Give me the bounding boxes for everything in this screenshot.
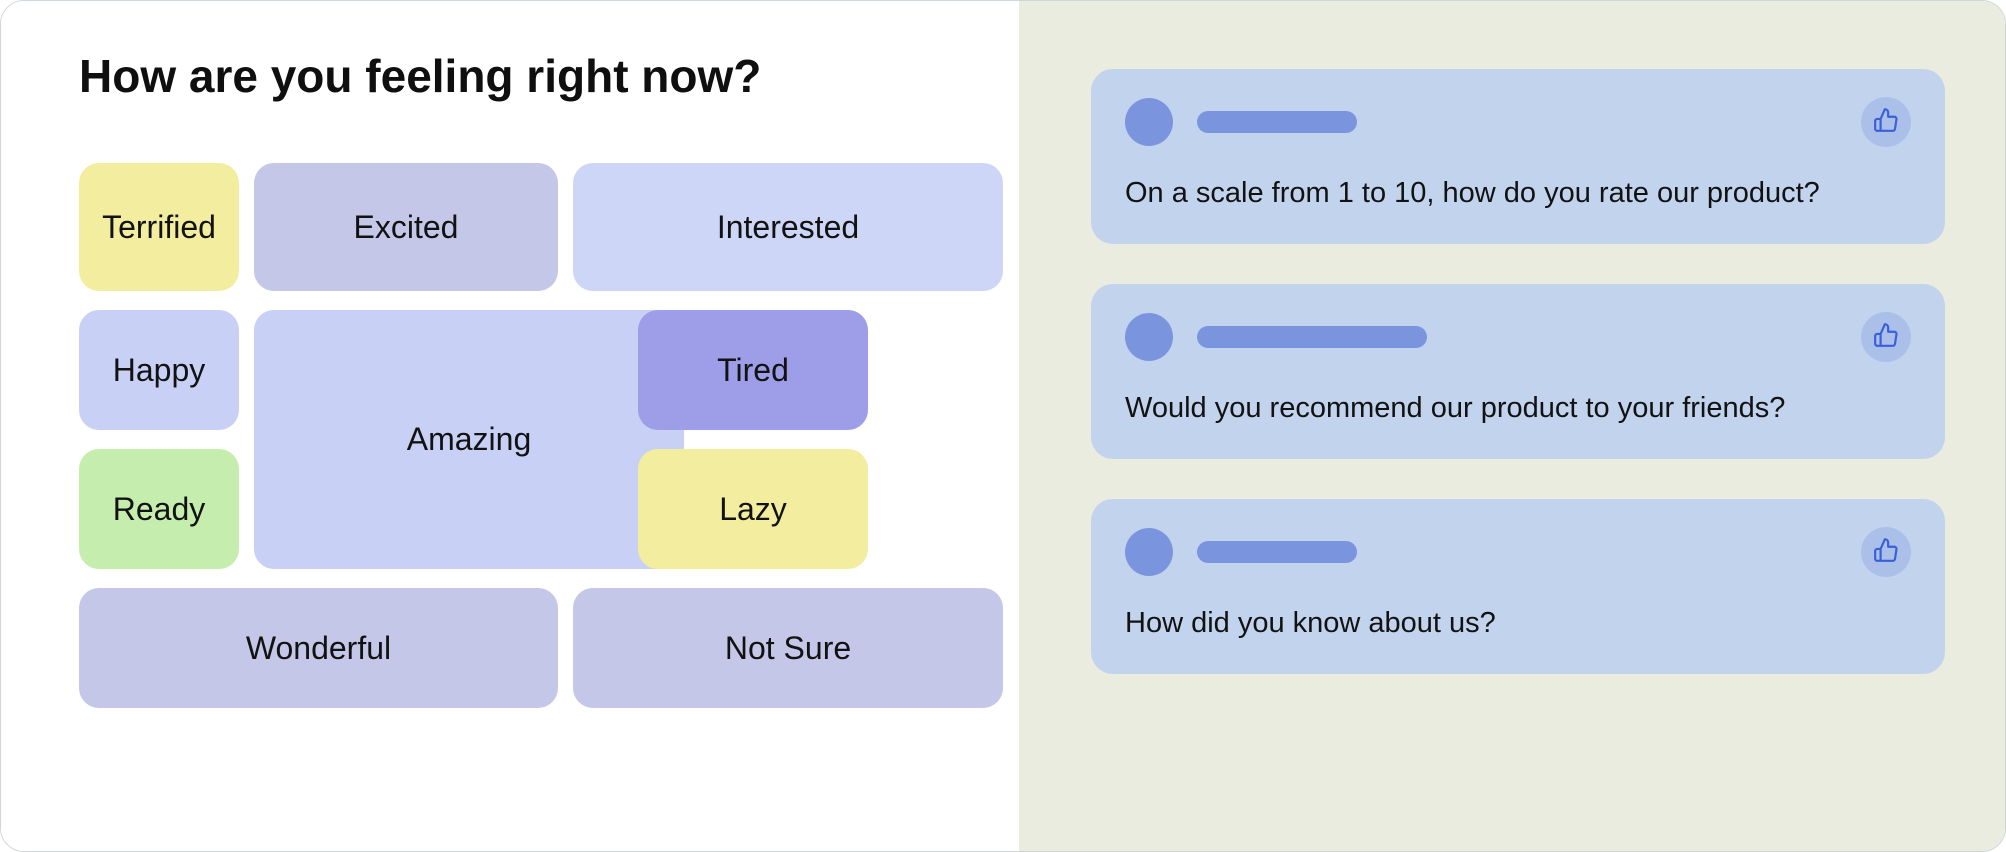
- feelings-panel: How are you feeling right now? Terrified…: [1, 1, 1019, 851]
- chip-happy[interactable]: Happy: [79, 310, 239, 430]
- chip-ready[interactable]: Ready: [79, 449, 239, 569]
- question-text: On a scale from 1 to 10, how do you rate…: [1125, 177, 1911, 210]
- questions-panel: On a scale from 1 to 10, how do you rate…: [1019, 1, 2005, 851]
- like-button[interactable]: [1861, 97, 1911, 147]
- thumbs-up-icon: [1873, 107, 1899, 138]
- name-placeholder: [1197, 541, 1357, 563]
- question-card: How did you know about us?: [1091, 499, 1945, 674]
- thumbs-up-icon: [1873, 537, 1899, 568]
- chip-wonderful[interactable]: Wonderful: [79, 588, 558, 708]
- chip-amazing[interactable]: Amazing: [254, 310, 684, 569]
- app-container: How are you feeling right now? Terrified…: [0, 0, 2006, 852]
- name-placeholder: [1197, 326, 1427, 348]
- question-text: How did you know about us?: [1125, 607, 1911, 640]
- chip-notsure[interactable]: Not Sure: [573, 588, 1003, 708]
- name-placeholder: [1197, 111, 1357, 133]
- chip-lazy[interactable]: Lazy: [638, 449, 868, 569]
- chip-interested[interactable]: Interested: [573, 163, 1003, 291]
- question-card: Would you recommend our product to your …: [1091, 284, 1945, 459]
- chip-terrified[interactable]: Terrified: [79, 163, 239, 291]
- like-button[interactable]: [1861, 312, 1911, 362]
- chip-tired[interactable]: Tired: [638, 310, 868, 430]
- feelings-grid: Terrified Excited Interested Happy Amazi…: [79, 163, 941, 708]
- question-card: On a scale from 1 to 10, how do you rate…: [1091, 69, 1945, 244]
- question-text: Would you recommend our product to your …: [1125, 392, 1911, 425]
- like-button[interactable]: [1861, 527, 1911, 577]
- card-header: [1125, 312, 1911, 362]
- avatar: [1125, 313, 1173, 361]
- chip-excited[interactable]: Excited: [254, 163, 558, 291]
- card-header: [1125, 527, 1911, 577]
- avatar: [1125, 98, 1173, 146]
- avatar: [1125, 528, 1173, 576]
- card-header: [1125, 97, 1911, 147]
- feelings-title: How are you feeling right now?: [79, 49, 941, 103]
- thumbs-up-icon: [1873, 322, 1899, 353]
